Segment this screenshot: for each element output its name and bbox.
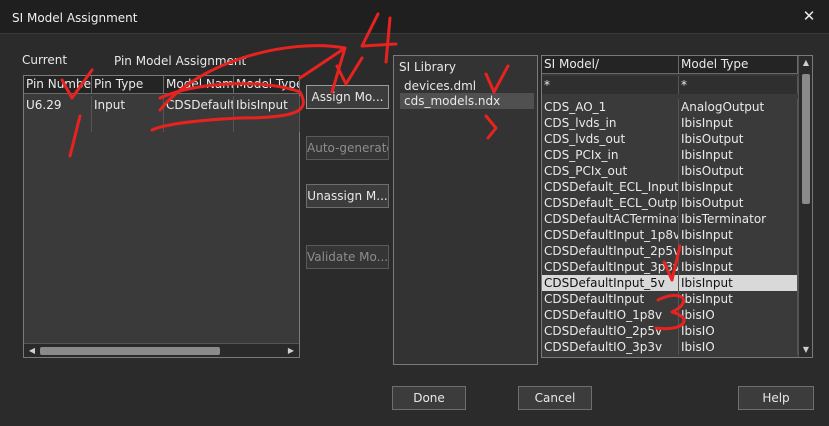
pin-number-cell[interactable]: U6.29 bbox=[24, 96, 92, 114]
si-model-grid[interactable]: SI Model/ Model Type * * CDS_AO_1 AnalogO… bbox=[541, 55, 813, 358]
si-model-name-cell[interactable]: CDSDefaultInput_2p5v bbox=[542, 243, 679, 259]
si-library-panel: SI Library devices.dml cds_models.ndx bbox=[393, 55, 538, 365]
list-item[interactable]: CDS_lvds_in IbisInput bbox=[542, 115, 798, 131]
help-button[interactable]: Help bbox=[738, 386, 814, 410]
list-item[interactable]: CDSDefaultInput_1p8v IbisInput bbox=[542, 227, 798, 243]
model-type-filter-input[interactable]: * bbox=[679, 76, 798, 94]
table-row[interactable]: U6.29 Input CDSDefaultI IbisInput bbox=[24, 96, 300, 114]
cancel-button[interactable]: Cancel bbox=[518, 386, 592, 410]
si-model-type-cell[interactable]: IbisIO bbox=[679, 307, 798, 323]
list-item[interactable]: CDSDefault_ECL_Outpu IbisOutput bbox=[542, 195, 798, 211]
si-model-type-cell[interactable]: IbisOutput bbox=[679, 163, 798, 179]
si-model-vertical-scrollbar[interactable]: ▲ ▼ bbox=[798, 56, 812, 357]
checkmark-stroke bbox=[335, 56, 364, 86]
si-model-type-cell[interactable]: IbisInput bbox=[679, 227, 798, 243]
si-model-grid-header: SI Model/ Model Type bbox=[542, 56, 798, 74]
si-model-name-cell[interactable]: CDSDefaultACTerminato bbox=[542, 211, 679, 227]
list-item[interactable]: CDSDefault_ECL_Input IbisInput bbox=[542, 179, 798, 195]
list-item[interactable]: CDSDefaultIO_2p5v IbisIO bbox=[542, 323, 798, 339]
assign-model-button[interactable]: Assign Mo... bbox=[306, 85, 389, 109]
si-model-type-cell[interactable]: IbisInput bbox=[679, 147, 798, 163]
si-model-type-cell[interactable]: IbisInput bbox=[679, 275, 798, 291]
si-model-name-cell[interactable]: CDSDefaultIO_3p3v bbox=[542, 339, 679, 355]
column-header-model-type[interactable]: Model Type bbox=[679, 56, 798, 74]
si-model-type-cell[interactable]: IbisInput bbox=[679, 179, 798, 195]
scroll-up-icon[interactable]: ▲ bbox=[799, 56, 813, 70]
auto-generate-button[interactable]: Auto-generate bbox=[306, 136, 389, 160]
si-model-type-cell[interactable]: IbisInput bbox=[679, 243, 798, 259]
column-header-si-model[interactable]: SI Model/ bbox=[542, 56, 679, 74]
pin-assignment-grid[interactable]: Pin Number Pin Type Model Name Model Typ… bbox=[23, 75, 300, 358]
si-model-name-cell[interactable]: CDSDefault_ECL_Input bbox=[542, 179, 679, 195]
scroll-thumb[interactable] bbox=[40, 347, 220, 355]
list-item-devices-dml[interactable]: devices.dml bbox=[400, 78, 480, 94]
si-model-name-cell[interactable]: CDSDefaultInput_5v bbox=[542, 275, 679, 291]
si-model-name-cell[interactable]: CDS_PCIx_out bbox=[542, 163, 679, 179]
scroll-thumb[interactable] bbox=[802, 74, 810, 204]
list-item[interactable]: CDSDefaultInput_3p3v IbisInput bbox=[542, 259, 798, 275]
pin-model-assignment-label: Pin Model Assignment bbox=[114, 54, 247, 68]
done-button[interactable]: Done bbox=[392, 386, 466, 410]
list-item[interactable]: CDSDefaultIO_1p8v IbisIO bbox=[542, 307, 798, 323]
window-title: SI Model Assignment bbox=[12, 11, 138, 25]
title-bar: SI Model Assignment ✕ bbox=[0, 0, 829, 34]
list-item[interactable]: CDSDefaultInput_5v IbisInput bbox=[542, 275, 798, 291]
list-item[interactable]: CDSDefaultIO_3p3v IbisIO bbox=[542, 339, 798, 355]
list-item[interactable]: CDSDefaultInput_2p5v IbisInput bbox=[542, 243, 798, 259]
si-model-type-cell[interactable]: IbisTerminator bbox=[679, 211, 798, 227]
si-model-type-cell[interactable]: IbisInput bbox=[679, 115, 798, 131]
si-model-name-cell[interactable]: CDSDefaultInput bbox=[542, 291, 679, 307]
validate-model-button[interactable]: Validate Mo... bbox=[306, 245, 389, 269]
filter-row[interactable]: * * bbox=[542, 76, 798, 94]
model-name-cell[interactable]: CDSDefaultI bbox=[164, 96, 234, 114]
si-model-type-cell[interactable]: IbisInput bbox=[679, 291, 798, 307]
si-library-label: SI Library bbox=[399, 60, 456, 74]
column-header-pin-number[interactable]: Pin Number bbox=[24, 76, 92, 94]
list-item[interactable]: CDSDefaultInput IbisInput bbox=[542, 291, 798, 307]
si-model-type-cell[interactable]: IbisOutput bbox=[679, 195, 798, 211]
column-header-pin-type[interactable]: Pin Type bbox=[92, 76, 164, 94]
si-model-filter-input[interactable]: * bbox=[542, 76, 679, 94]
column-header-model-type[interactable]: Model Type bbox=[234, 76, 300, 94]
pin-grid-horizontal-scrollbar[interactable]: ◀ ▶ bbox=[24, 343, 299, 357]
list-item[interactable]: CDSDefaultACTerminato IbisTerminator bbox=[542, 211, 798, 227]
si-model-type-cell[interactable]: IbisIO bbox=[679, 339, 798, 355]
si-model-name-cell[interactable]: CDSDefault_ECL_Outpu bbox=[542, 195, 679, 211]
model-type-cell[interactable]: IbisInput bbox=[234, 96, 300, 114]
scroll-down-icon[interactable]: ▼ bbox=[799, 343, 813, 357]
si-model-name-cell[interactable]: CDS_AO_1 bbox=[542, 99, 679, 115]
pin-type-cell[interactable]: Input bbox=[92, 96, 164, 114]
list-item-cds-models-ndx[interactable]: cds_models.ndx bbox=[400, 93, 534, 109]
list-item[interactable]: CDS_PCIx_out IbisOutput bbox=[542, 163, 798, 179]
si-model-name-cell[interactable]: CDSDefaultIO_2p5v bbox=[542, 323, 679, 339]
scroll-right-icon[interactable]: ▶ bbox=[284, 344, 298, 358]
si-model-name-cell[interactable]: CDSDefaultInput_1p8v bbox=[542, 227, 679, 243]
list-item[interactable]: CDS_AO_1 AnalogOutput bbox=[542, 99, 798, 115]
column-header-model-name[interactable]: Model Name bbox=[164, 76, 234, 94]
close-icon[interactable]: ✕ bbox=[799, 6, 819, 26]
si-model-type-cell[interactable]: IbisIO bbox=[679, 323, 798, 339]
unassign-model-button[interactable]: Unassign M... bbox=[306, 184, 389, 208]
current-label: Current bbox=[22, 53, 68, 67]
table-row-empty bbox=[24, 114, 300, 132]
scroll-left-icon[interactable]: ◀ bbox=[25, 344, 39, 358]
si-model-type-cell[interactable]: IbisOutput bbox=[679, 131, 798, 147]
list-item[interactable]: CDS_lvds_out IbisOutput bbox=[542, 131, 798, 147]
list-item[interactable]: CDS_PCIx_in IbisInput bbox=[542, 147, 798, 163]
si-model-name-cell[interactable]: CDSDefaultIO_1p8v bbox=[542, 307, 679, 323]
si-model-name-cell[interactable]: CDS_lvds_out bbox=[542, 131, 679, 147]
pin-grid-header: Pin Number Pin Type Model Name Model Typ… bbox=[24, 76, 300, 94]
si-model-name-cell[interactable]: CDSDefaultInput_3p3v bbox=[542, 259, 679, 275]
si-model-type-cell[interactable]: AnalogOutput bbox=[679, 99, 798, 115]
si-model-type-cell[interactable]: IbisInput bbox=[679, 259, 798, 275]
si-model-name-cell[interactable]: CDS_lvds_in bbox=[542, 115, 679, 131]
si-model-name-cell[interactable]: CDS_PCIx_in bbox=[542, 147, 679, 163]
